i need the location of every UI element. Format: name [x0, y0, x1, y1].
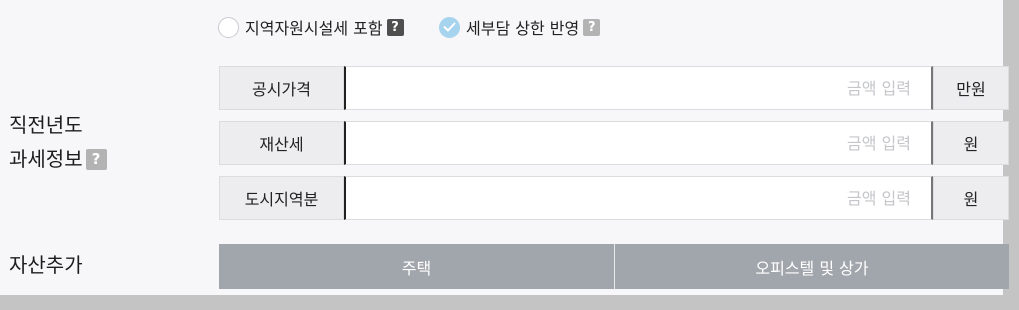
- asset-type-tabs: 주택 오피스텔 및 상가: [219, 244, 1009, 289]
- checkmark-icon: [443, 22, 456, 32]
- official-price-label: 공시가격: [219, 66, 344, 110]
- include-regional-resource-tax-label: 지역자원시설세 포함: [245, 19, 383, 38]
- apply-tax-burden-cap-option[interactable]: 세부담 상한 반영 ?: [439, 14, 601, 40]
- include-regional-resource-tax-option[interactable]: 지역자원시설세 포함 ?: [218, 14, 404, 40]
- apply-tax-burden-cap-checkbox[interactable]: [439, 16, 460, 38]
- property-tax-row: 재산세 원: [219, 121, 1009, 165]
- urban-area-tax-label: 도시지역분: [219, 176, 344, 220]
- tax-form-panel: 지역자원시설세 포함 ? 세부담 상한 반영 ? 직전년도 과세정보 ? 공시가…: [0, 0, 1009, 295]
- tab-officetel-and-store[interactable]: 오피스텔 및 상가: [615, 244, 1009, 289]
- property-tax-label: 재산세: [219, 121, 344, 165]
- include-regional-resource-tax-radio[interactable]: [218, 16, 239, 38]
- section-title-line: 과세정보: [9, 147, 83, 171]
- help-icon[interactable]: ?: [583, 18, 601, 36]
- urban-area-tax-row: 도시지역분 원: [219, 176, 1009, 220]
- apply-tax-burden-cap-label: 세부담 상한 반영: [466, 19, 580, 38]
- section-title-line: 직전년도: [9, 113, 83, 137]
- unit-label: 만원: [933, 66, 1009, 110]
- add-asset-title: 자산추가: [9, 253, 83, 277]
- unit-label: 원: [933, 176, 1009, 220]
- official-price-input[interactable]: [344, 66, 933, 110]
- official-price-row: 공시가격 만원: [219, 66, 1009, 110]
- property-tax-input[interactable]: [344, 121, 933, 165]
- prior-year-tax-info-title: 직전년도 과세정보 ?: [9, 108, 107, 176]
- unit-label: 원: [933, 121, 1009, 165]
- help-icon[interactable]: ?: [386, 18, 404, 36]
- help-icon[interactable]: ?: [85, 148, 107, 170]
- tab-house[interactable]: 주택: [219, 244, 615, 289]
- urban-area-tax-input[interactable]: [344, 176, 933, 220]
